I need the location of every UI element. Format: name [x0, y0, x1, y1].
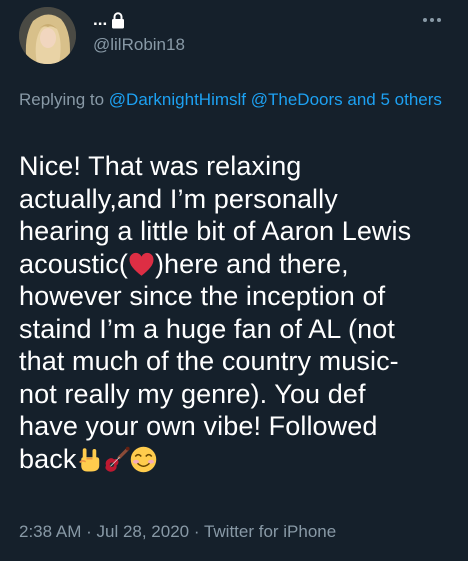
tweet-line: back — [19, 443, 459, 476]
mention-thedoors[interactable]: @TheDoors — [251, 90, 343, 109]
replying-to: Replying to @DarknightHimslf @TheDoors a… — [19, 88, 449, 112]
separator: · — [189, 522, 204, 541]
tweet-line: Nice! That was relaxing — [19, 151, 302, 181]
tweet-line-part: back — [19, 443, 77, 474]
more-options-button[interactable] — [420, 8, 444, 32]
more-dots-icon — [423, 18, 441, 22]
separator: · — [81, 522, 97, 541]
avatar[interactable] — [19, 7, 76, 64]
tweet-metadata: 2:38 AM · Jul 28, 2020 · Twitter for iPh… — [19, 522, 336, 542]
author-display-name[interactable]: ... — [93, 9, 125, 31]
tweet-text: Nice! That was relaxing actually,and I’m… — [19, 150, 459, 475]
tweet-line: not really my genre). You def — [19, 378, 366, 409]
tweet-line: acoustic( )here and there, — [19, 248, 459, 281]
sign-of-the-horns-icon — [79, 447, 100, 471]
smiling-face-icon — [131, 446, 157, 472]
replying-prefix: Replying to — [19, 90, 109, 109]
tweet-line: hearing a little bit of Aaron Lewis — [19, 216, 412, 246]
guitar-icon — [105, 446, 131, 472]
tweet-line: that much of the country music- — [19, 346, 399, 376]
tweet-date[interactable]: Jul 28, 2020 — [96, 522, 189, 541]
author-handle[interactable]: @lilRobin18 — [93, 35, 185, 55]
replying-and: and — [342, 90, 381, 109]
tweet-time[interactable]: 2:38 AM — [19, 522, 81, 541]
tweet-line-part: )here and there, — [154, 248, 349, 279]
tweet-line-part: acoustic( — [19, 248, 128, 279]
tweet-line: however since the inception of — [19, 281, 386, 311]
mention-others[interactable]: 5 others — [380, 90, 441, 109]
tweet-source[interactable]: Twitter for iPhone — [204, 522, 336, 541]
mention-darknighthimslf[interactable]: @DarknightHimslf — [109, 90, 246, 109]
lock-icon — [112, 11, 125, 28]
tweet-line: actually,and I’m personally — [19, 183, 338, 214]
avatar-image — [19, 7, 76, 64]
display-name-text: ... — [93, 10, 108, 29]
tweet-line: have your own vibe! Followed — [19, 411, 378, 441]
red-heart-icon — [129, 252, 154, 276]
tweet-line: staind I’m a huge fan of AL (not — [19, 313, 395, 344]
